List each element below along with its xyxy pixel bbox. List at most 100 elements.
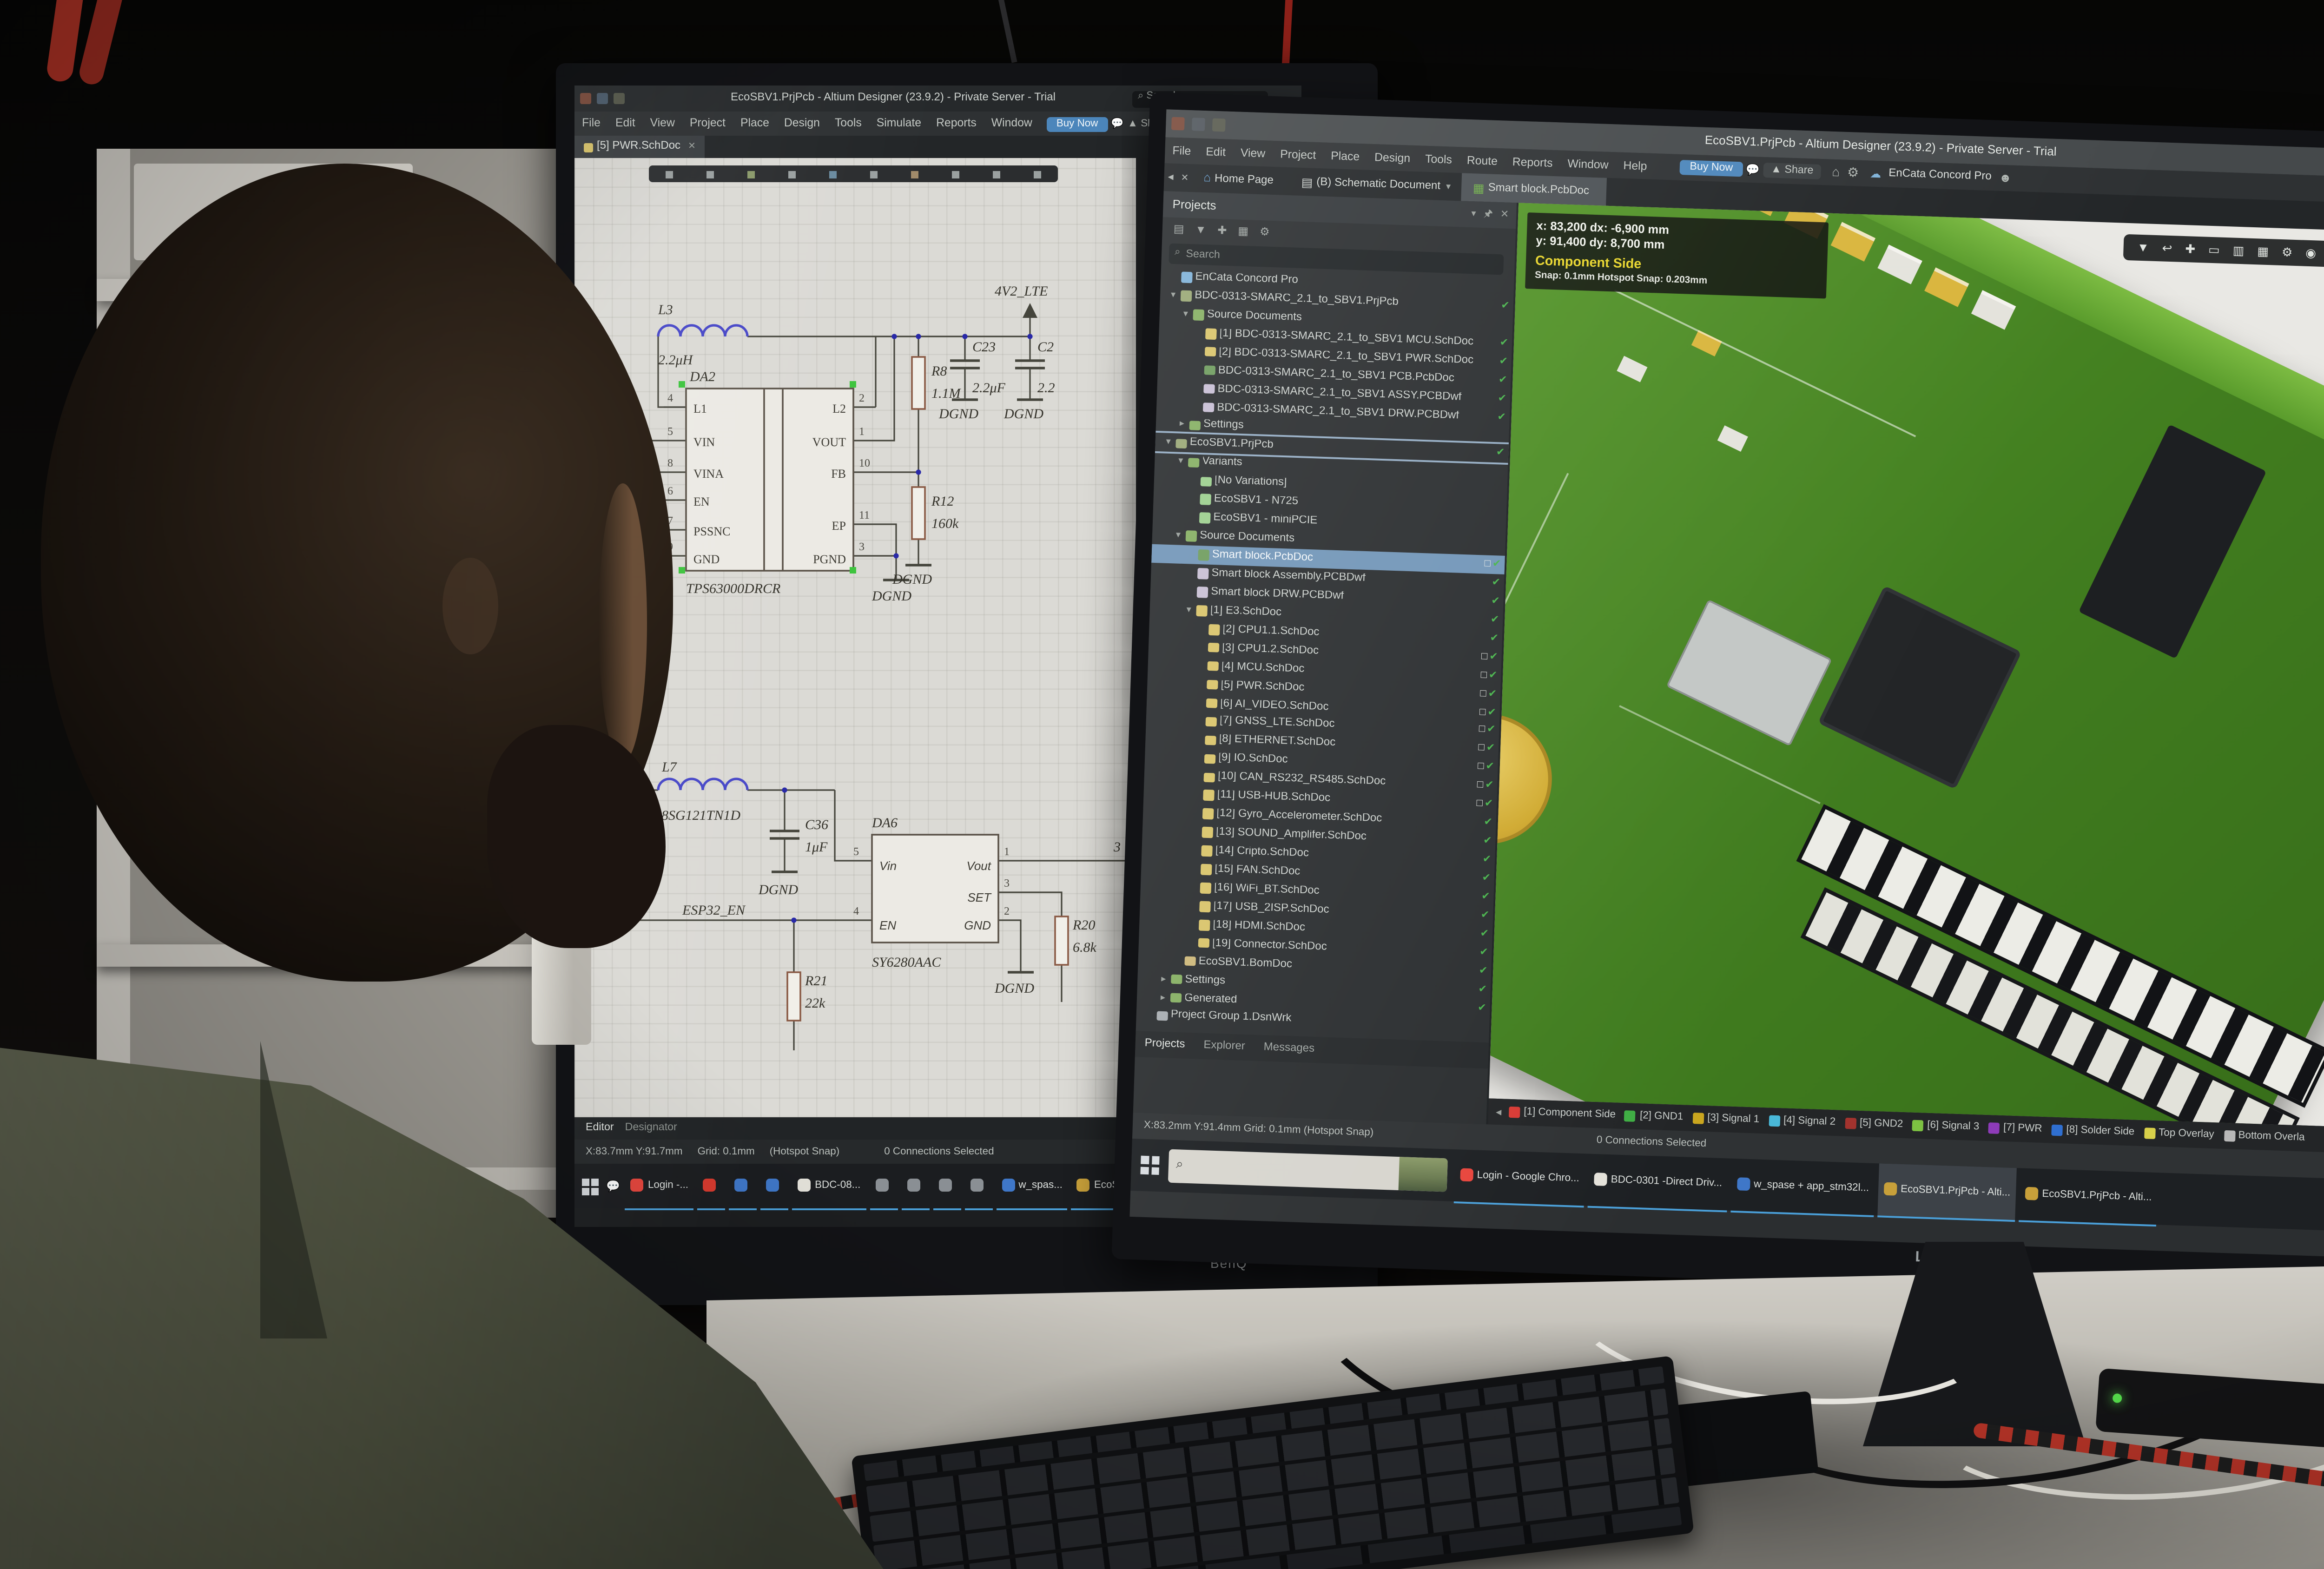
taskbar-item[interactable]: Login -...	[626, 1163, 694, 1209]
doc-tab-pwr[interactable]: [5] PWR.SchDoc ✕	[574, 136, 705, 158]
menu-item[interactable]: Design	[1374, 151, 1411, 165]
menu-item[interactable]: Tools	[835, 117, 862, 130]
layer-tab[interactable]: [5] GND2	[1845, 1118, 1903, 1131]
view-tool-icon[interactable]: ◉	[2305, 246, 2317, 261]
menu-item[interactable]: Reports	[1512, 155, 1553, 170]
menu-item[interactable]: Project	[1280, 147, 1316, 162]
taskbar-item[interactable]	[901, 1163, 929, 1209]
expand-arrow[interactable]	[1188, 850, 1200, 851]
expand-arrow[interactable]: ▾	[1173, 530, 1184, 542]
view-tool-icon[interactable]: ✚	[2185, 242, 2196, 257]
menu-item[interactable]: Window	[1567, 157, 1609, 171]
layer-tab[interactable]: [6] Signal 3	[1912, 1120, 1980, 1134]
tab-projects[interactable]: Projects	[1144, 1039, 1185, 1051]
menu-item[interactable]: Edit	[615, 117, 635, 130]
menu-item[interactable]: View	[650, 117, 675, 130]
pcb-component[interactable]	[1617, 356, 1647, 382]
expand-arrow[interactable]	[1188, 869, 1199, 870]
pcb-chip[interactable]	[1818, 586, 2021, 789]
view-tool-icon[interactable]: ▭	[2208, 243, 2220, 258]
expand-arrow[interactable]	[1192, 739, 1203, 740]
expand-arrow[interactable]	[1192, 351, 1203, 352]
menu-item[interactable]: Simulate	[877, 117, 921, 130]
layer-tab[interactable]: Top Overlay	[2144, 1127, 2214, 1141]
taskbar-item[interactable]: w_spase + app_stm32l...	[1730, 1158, 1875, 1216]
view-tool-icon[interactable]: ↩	[2162, 241, 2172, 256]
layer-tab[interactable]: [2] GND1	[1625, 1110, 1684, 1123]
undo-icon[interactable]	[1212, 119, 1226, 132]
pcb-selected-module[interactable]	[1666, 599, 1832, 746]
menu-item[interactable]: Project	[690, 117, 726, 130]
pcb-component[interactable]	[1831, 222, 1875, 262]
editor-tab[interactable]: Editor	[586, 1123, 614, 1134]
menu-item[interactable]: Route	[1466, 154, 1498, 168]
menu-item[interactable]: Window	[991, 117, 1032, 130]
expand-arrow[interactable]	[1189, 813, 1201, 814]
expand-arrow[interactable]: ▾	[1183, 604, 1195, 616]
layer-tab[interactable]: [8] Solder Side	[2051, 1125, 2135, 1139]
back-icon[interactable]: ◂	[1168, 171, 1174, 184]
taskbar-item[interactable]	[729, 1163, 757, 1209]
close-panel-icon[interactable]: ✕	[1500, 210, 1509, 221]
expand-arrow[interactable]	[1194, 684, 1205, 685]
pcb-3d-viewport[interactable]: x: 83,200 dx: -6,900 mm y: 91,400 dy: 8,…	[1489, 203, 2324, 1127]
view-tool-icon[interactable]: ⚙	[2281, 245, 2292, 260]
expand-arrow[interactable]	[1186, 924, 1197, 925]
layer-tab[interactable]: Bottom Overla	[2223, 1130, 2305, 1144]
expand-arrow[interactable]: ▸	[1158, 973, 1169, 985]
projects-tool-icon[interactable]: ▼	[1195, 224, 1207, 236]
expand-arrow[interactable]	[1184, 573, 1195, 574]
projects-tool-icon[interactable]: ⚙	[1260, 226, 1270, 239]
pcb-component[interactable]	[1971, 290, 2016, 330]
gear-icon[interactable]: ⚙	[1847, 165, 1859, 181]
designator-tab[interactable]: Designator	[625, 1123, 677, 1134]
close-tab-icon[interactable]: ✕	[688, 141, 696, 152]
pin-icon[interactable]: 🖈	[1483, 206, 1493, 224]
tab-messages[interactable]: Messages	[1263, 1042, 1314, 1055]
taskbar-item[interactable]: Login - Google Chro...	[1454, 1148, 1586, 1206]
view-tool-icon[interactable]: ▥	[2232, 243, 2245, 258]
schematic-canvas[interactable]: 4V2_LTE L3 2.2μH DA2 TPS63000DRCR R8 1.1…	[574, 158, 1136, 1117]
taskbar-item[interactable]: w_spas...	[996, 1163, 1068, 1209]
buy-now-button[interactable]: Buy Now	[1047, 116, 1108, 131]
taskbar-search-box[interactable]: ⌕	[1168, 1149, 1448, 1192]
expand-arrow[interactable]	[1187, 499, 1198, 500]
menu-item[interactable]: File	[1172, 144, 1191, 158]
expand-arrow[interactable]: ▾	[1175, 456, 1187, 468]
user-icon[interactable]: ☻	[1999, 171, 2012, 185]
close-doc-icon[interactable]: ✕	[1181, 172, 1189, 184]
expand-arrow[interactable]: ▸	[1157, 992, 1169, 1003]
tab-dropdown-icon[interactable]: ▾	[1446, 181, 1451, 192]
expand-arrow[interactable]	[1144, 1015, 1155, 1016]
projects-tool-icon[interactable]: ✚	[1217, 224, 1227, 238]
layer-tab[interactable]: [1] Component Side	[1509, 1107, 1616, 1121]
expand-arrow[interactable]: ▾	[1180, 309, 1191, 320]
server-account[interactable]: EnCata Concord Pro	[1888, 169, 1992, 183]
pcb-chip[interactable]	[2079, 424, 2266, 659]
save-icon[interactable]	[597, 93, 608, 104]
expand-arrow[interactable]	[1193, 721, 1204, 722]
pcb-board[interactable]	[1489, 203, 2324, 1127]
taskbar-item[interactable]: BDC-08...	[792, 1163, 866, 1209]
menu-item[interactable]: Design	[784, 117, 820, 130]
pcb-component[interactable]	[1877, 244, 1922, 284]
projects-tool-icon[interactable]: ▤	[1173, 223, 1184, 237]
tab-explorer[interactable]: Explorer	[1203, 1041, 1245, 1053]
menu-item[interactable]: Help	[1623, 159, 1647, 173]
comment-icon[interactable]: 💬	[1746, 163, 1760, 177]
pcb-capacitor-large[interactable]	[1489, 692, 1574, 866]
expand-arrow[interactable]	[1190, 795, 1202, 796]
expand-arrow[interactable]: ▾	[1162, 437, 1174, 449]
taskbar-item[interactable]	[761, 1163, 789, 1209]
taskbar-item[interactable]: BDC-0301 -Direct Driv...	[1588, 1153, 1729, 1212]
expand-arrow[interactable]	[1187, 887, 1198, 888]
taskbar-item[interactable]	[698, 1163, 726, 1209]
taskbar-item[interactable]: EcoSBV1.PrjPcb - Alti...	[1877, 1162, 2017, 1221]
menu-item[interactable]: Place	[1331, 149, 1360, 163]
taskbar-item[interactable]: EcoSBV1.PrjPcb - Alti...	[2019, 1167, 2158, 1226]
taskbar-item[interactable]	[870, 1163, 898, 1209]
view-tool-icon[interactable]: ▦	[2257, 244, 2269, 259]
layer-scroll-left-icon[interactable]: ◂	[1496, 1105, 1502, 1118]
expand-arrow[interactable]	[1185, 554, 1196, 555]
menu-item[interactable]: Place	[740, 117, 769, 130]
